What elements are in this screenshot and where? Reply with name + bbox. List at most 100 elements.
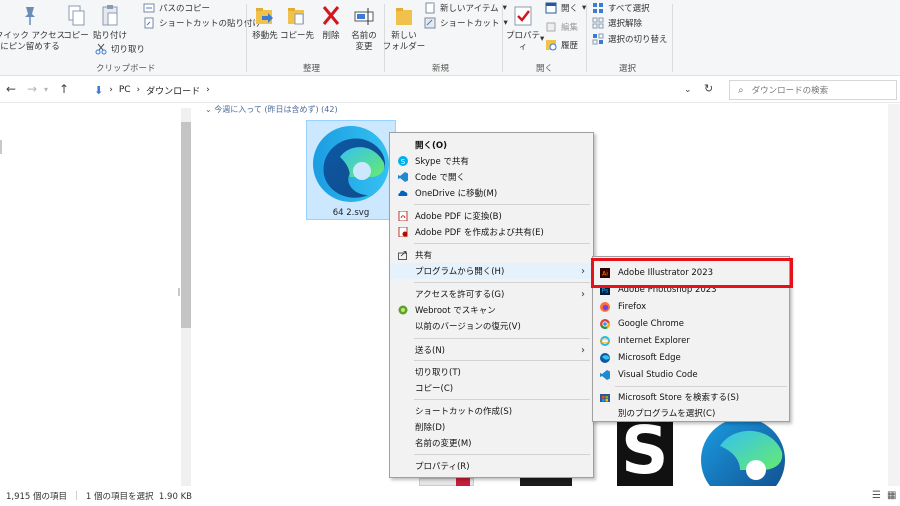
onedrive-icon xyxy=(398,188,408,198)
ctx-item-delete[interactable]: 削除(D) xyxy=(390,419,593,435)
rename-button[interactable]: 名前の 変更 xyxy=(348,4,380,53)
properties-button[interactable]: プロパティ ▾ xyxy=(504,4,544,53)
path-breadcrumb[interactable]: ⬇ › PC › ダウンロード › xyxy=(94,80,700,100)
delete-button[interactable]: 削除 xyxy=(317,4,345,42)
ctx-item-copy[interactable]: コピー(C) xyxy=(390,380,593,396)
thumbnail-image[interactable]: S xyxy=(617,420,673,486)
new-item-button[interactable]: 新しいアイテム ▾ xyxy=(424,1,507,15)
share-icon xyxy=(398,250,408,260)
breadcrumb-separator: › xyxy=(206,85,210,95)
ctx-item-label: OneDrive に移動(M) xyxy=(415,189,498,199)
forward-arrow-icon[interactable]: → xyxy=(27,82,37,96)
paste-icon xyxy=(99,4,121,28)
breadcrumb-separator: › xyxy=(109,85,113,95)
group-collapse-chevron-icon: ⌄ xyxy=(205,105,215,114)
ctx-item-rename[interactable]: 名前の変更(M) xyxy=(390,435,593,451)
ctx-item-skype-share[interactable]: S Skype で共有 xyxy=(390,153,593,169)
copy-button[interactable]: コピー xyxy=(62,4,90,42)
ctx-item-give-access[interactable]: アクセスを許可する(G) › xyxy=(390,286,593,302)
copy-path-button[interactable]: パスのコピー xyxy=(143,1,210,15)
open-with-internet-explorer[interactable]: Internet Explorer xyxy=(593,333,789,349)
pin-quick-access-button[interactable]: クイック アクセス にピン留めする xyxy=(0,4,65,53)
paste-button[interactable]: 貼り付け xyxy=(92,4,128,42)
large-icons-view-icon[interactable]: ▦ xyxy=(887,490,896,501)
ctx-item-share[interactable]: 共有 xyxy=(390,247,593,263)
status-divider: | xyxy=(75,491,78,501)
ctx-item-label: 開く(O) xyxy=(415,141,447,151)
ctx-item-label: Webroot でスキャン xyxy=(415,306,496,316)
nav-pane-scrollbar-thumb[interactable] xyxy=(181,122,191,328)
easy-access-button[interactable]: ショートカット ▾ xyxy=(424,16,508,30)
search-microsoft-store[interactable]: Microsoft Store を検索する(S) xyxy=(593,389,789,405)
illustrator-highlight-box xyxy=(591,258,793,288)
ribbon: クイック アクセス にピン留めする コピー 貼り付け パスのコピー ショートカッ… xyxy=(0,0,900,76)
ctx-item-open-with[interactable]: プログラムから開く(H) › xyxy=(390,263,593,279)
ctx-item-open[interactable]: 開く(O) xyxy=(390,137,593,153)
history-button[interactable]: 履歴 xyxy=(545,38,578,52)
edge-thumbnail-icon[interactable] xyxy=(700,416,786,486)
choose-another-app[interactable]: 別のプログラムを選択(C) xyxy=(593,405,789,421)
ctx-item-cut[interactable]: 切り取り(T) xyxy=(390,364,593,380)
selected-file-tile[interactable]: 64 2.svg xyxy=(306,120,396,220)
paste-shortcut-button[interactable]: ショートカットの貼り付け xyxy=(143,16,261,30)
up-arrow-icon[interactable]: ↑ xyxy=(59,82,69,96)
menu-separator xyxy=(414,399,590,400)
search-input[interactable]: ⌕ ダウンロードの検索 xyxy=(729,80,897,100)
delete-icon xyxy=(320,4,342,28)
rename-icon xyxy=(353,4,375,28)
pin-quick-access-label: クイック アクセス にピン留めする xyxy=(0,31,66,52)
refresh-icon[interactable]: ↻ xyxy=(704,82,713,95)
file-group-header[interactable]: ⌄ 今週に入って (昨日は含めず) (42) xyxy=(205,104,338,115)
breadcrumb-pc[interactable]: PC xyxy=(119,85,131,95)
new-folder-icon xyxy=(393,4,415,28)
copy-to-button[interactable]: コピー先 xyxy=(280,4,314,42)
cut-button[interactable]: 切り取り xyxy=(95,42,145,56)
breadcrumb-downloads[interactable]: ダウンロード xyxy=(146,84,200,97)
ctx-item-create-shortcut[interactable]: ショートカットの作成(S) xyxy=(390,403,593,419)
shortcut-icon xyxy=(424,17,436,29)
edit-button[interactable]: 編集 xyxy=(545,20,578,34)
content-scrollbar[interactable] xyxy=(888,104,900,486)
back-arrow-icon[interactable]: ← xyxy=(6,82,16,96)
ctx-item-convert-pdf[interactable]: Adobe PDF に変換(B) xyxy=(390,208,593,224)
ctx-item-webroot-scan[interactable]: Webroot でスキャン xyxy=(390,302,593,318)
copy-to-icon xyxy=(286,4,308,28)
ctx-item-properties[interactable]: プロパティ(R) xyxy=(390,458,593,474)
select-none-button[interactable]: 選択解除 xyxy=(592,16,642,30)
open-with-edge[interactable]: Microsoft Edge xyxy=(593,350,789,366)
invert-selection-button[interactable]: 選択の切り替え xyxy=(592,32,668,46)
new-folder-label: 新しい フォルダー xyxy=(382,31,426,52)
new-folder-button[interactable]: 新しい フォルダー xyxy=(383,4,425,53)
open-with-vscode[interactable]: Visual Studio Code xyxy=(593,367,789,383)
address-bar: ← → ▾ ↑ ⬇ › PC › ダウンロード › ⌄ ↻ ⌕ ダウンロードの検… xyxy=(0,77,900,103)
sub-item-label: Microsoft Store を検索する(S) xyxy=(618,393,740,403)
move-to-button[interactable]: 移動先 xyxy=(248,4,282,42)
edge-file-icon xyxy=(313,126,389,202)
ctx-item-label: 共有 xyxy=(415,251,433,261)
clipboard-group-label: クリップボード xyxy=(96,64,156,74)
ctx-item-restore-previous[interactable]: 以前のバージョンの復元(V) xyxy=(390,318,593,334)
ctx-item-open-with-code[interactable]: Code で開く xyxy=(390,169,593,185)
menu-separator xyxy=(414,338,590,339)
open-with-chrome[interactable]: Google Chrome xyxy=(593,316,789,332)
ie-icon xyxy=(599,336,611,346)
open-button[interactable]: 開く ▾ xyxy=(545,1,586,15)
ctx-item-onedrive-move[interactable]: OneDrive に移動(M) xyxy=(390,185,593,201)
rename-label: 名前の 変更 xyxy=(351,31,377,52)
details-view-icon[interactable]: ☰ xyxy=(872,490,881,501)
select-none-label: 選択解除 xyxy=(608,19,643,29)
group-header-label: 今週に入って (昨日は含めず) (42) xyxy=(214,105,338,114)
store-icon xyxy=(600,392,610,402)
ctx-item-send-to[interactable]: 送る(N) › xyxy=(390,342,593,358)
ctx-item-create-share-pdf[interactable]: Adobe PDF を作成および共有(E) xyxy=(390,224,593,240)
cut-label: 切り取り xyxy=(111,45,146,55)
thumbnail-image[interactable] xyxy=(456,478,470,486)
recent-locations-chevron-icon[interactable]: ▾ xyxy=(44,85,48,94)
firefox-icon xyxy=(600,302,610,312)
open-with-firefox[interactable]: Firefox xyxy=(593,299,789,315)
open-group-label: 開く xyxy=(536,64,554,74)
download-folder-icon: ⬇ xyxy=(94,83,104,97)
ctx-item-label: 名前の変更(M) xyxy=(415,439,472,449)
address-dropdown-chevron-icon[interactable]: ⌄ xyxy=(684,85,692,95)
select-all-button[interactable]: すべて選択 xyxy=(592,1,650,15)
